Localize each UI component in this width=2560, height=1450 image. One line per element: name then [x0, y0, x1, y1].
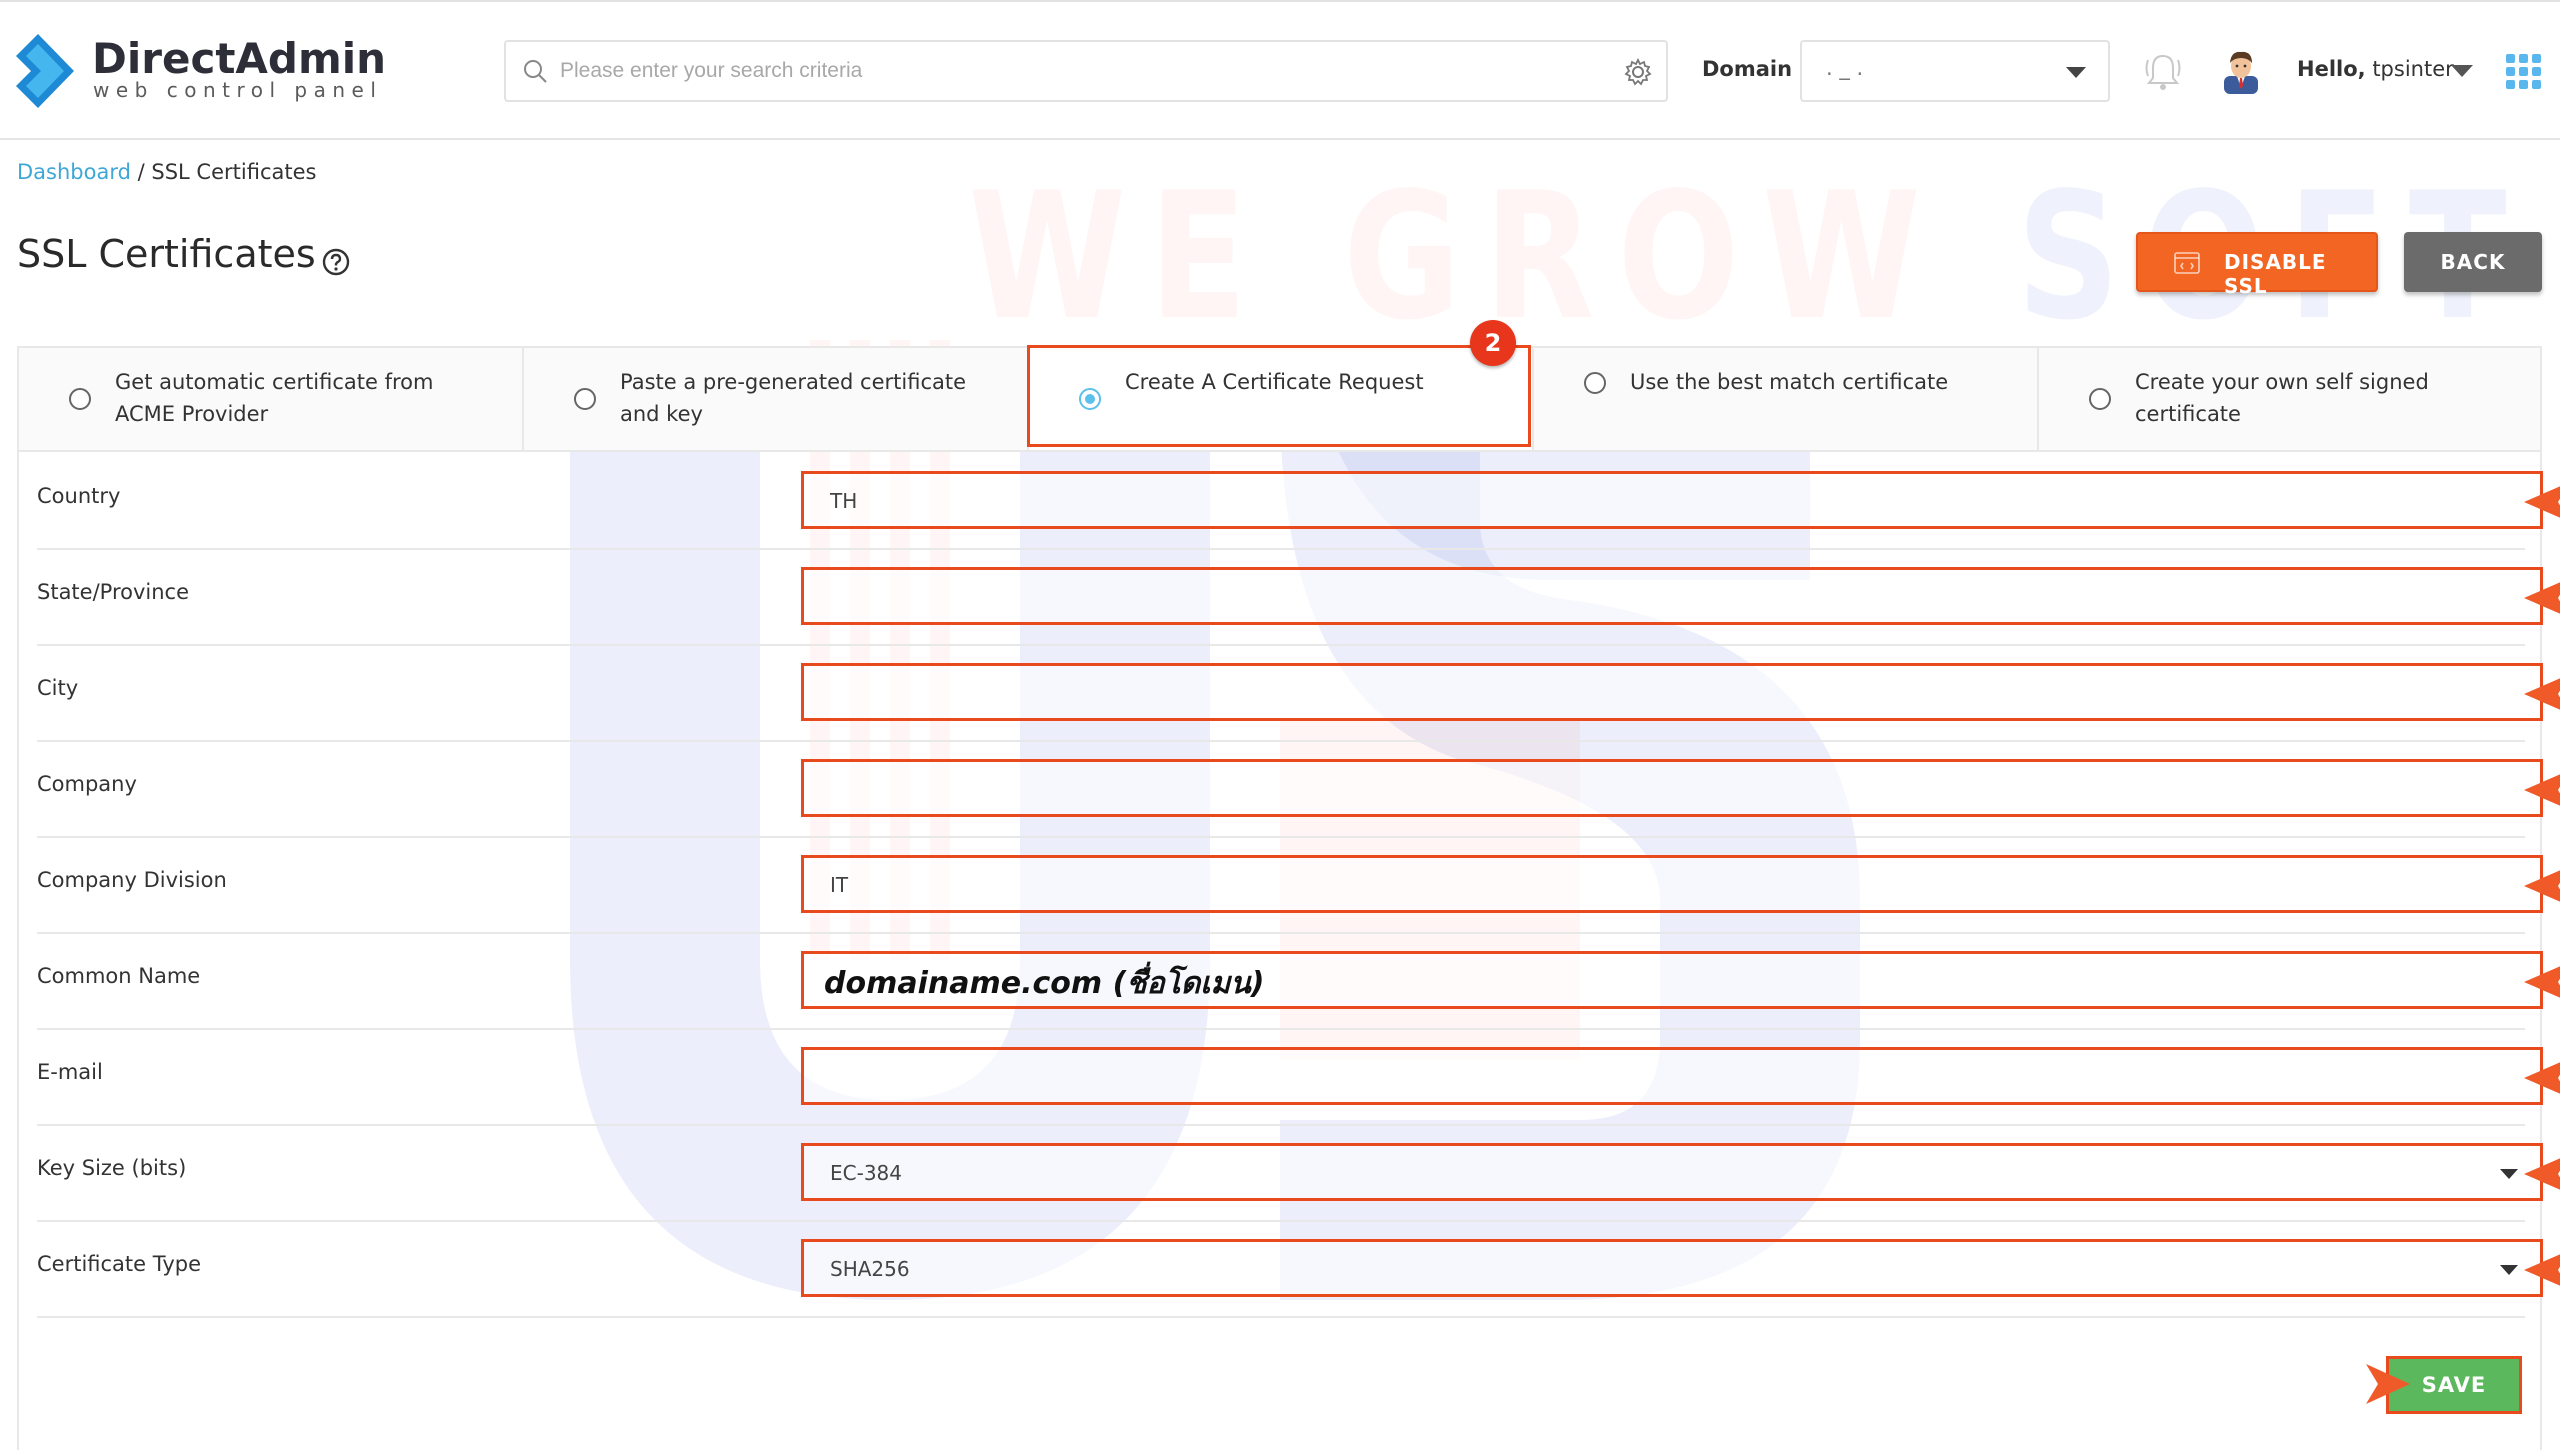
email-label: E-mail	[37, 1060, 103, 1084]
annotation-arrow-icon	[2524, 486, 2560, 518]
annotation-arrow-icon	[2524, 1254, 2560, 1286]
top-bar: DirectAdmin web control panel Domain . _…	[0, 0, 2560, 140]
city-input[interactable]	[801, 663, 2560, 721]
page-title: SSL Certificates	[17, 232, 316, 276]
state-input[interactable]	[801, 567, 2560, 625]
domain-value: . _ .	[1826, 56, 1864, 80]
domain-select[interactable]: . _ .	[1800, 40, 2110, 102]
tab-create-request-label: Create A Certificate Request	[1125, 370, 1424, 394]
annotation-arrow-icon	[2524, 1158, 2560, 1190]
radio-self-signed[interactable]	[2089, 388, 2111, 410]
back-button[interactable]: BACK	[2404, 232, 2542, 292]
domain-label: Domain	[1702, 57, 1793, 81]
search-input[interactable]	[558, 50, 1602, 92]
disable-ssl-button[interactable]: DISABLE SSL	[2136, 232, 2378, 298]
annotation-arrow-icon	[2366, 1364, 2410, 1404]
tab-best-match-label: Use the best match certificate	[1630, 370, 1949, 394]
certificate-type-label: Certificate Type	[37, 1252, 201, 1276]
breadcrumb: Dashboard / SSL Certificates	[17, 160, 316, 184]
form-row-company-division: Company Division IT	[37, 836, 2560, 934]
annotation-arrow-icon	[2524, 582, 2560, 614]
tab-paste[interactable]: Paste a pre-generated certificate and ke…	[524, 348, 1029, 450]
company-division-input[interactable]: IT	[801, 855, 2560, 913]
gear-icon[interactable]	[1624, 58, 1652, 86]
step-badge: 2	[1470, 320, 1516, 366]
breadcrumb-dashboard-link[interactable]: Dashboard	[17, 160, 131, 184]
certificate-request-form: Country TH State/Province City Company C…	[17, 452, 2560, 1450]
chevron-down-icon	[2066, 67, 2086, 78]
annotation-arrow-icon	[2524, 870, 2560, 902]
annotation-arrow-icon	[2524, 774, 2560, 806]
state-label: State/Province	[37, 580, 190, 604]
radio-create-request[interactable]	[1079, 388, 1101, 410]
certificate-type-select[interactable]: SHA256	[801, 1239, 2560, 1297]
annotation-arrow-icon	[2524, 678, 2560, 710]
country-input[interactable]: TH	[801, 471, 2560, 529]
radio-paste[interactable]	[574, 388, 596, 410]
certificate-options-tabs: Get automatic certificate from ACME Prov…	[17, 346, 2542, 452]
directadmin-logo-icon[interactable]	[16, 34, 78, 108]
bell-icon[interactable]	[2144, 50, 2182, 92]
radio-best-match[interactable]	[1584, 372, 1606, 394]
chevron-down-icon	[2500, 1169, 2518, 1179]
search-icon	[524, 60, 547, 83]
form-row-country: Country TH	[37, 452, 2560, 550]
form-row-company: Company	[37, 740, 2560, 838]
common-name-input[interactable]: domainame.com (ชื่อโดเมน)	[801, 951, 2560, 1009]
company-division-label: Company Division	[37, 868, 227, 892]
tab-acme-label: Get automatic certificate from ACME Prov…	[115, 370, 434, 426]
ssl-icon	[2174, 252, 2200, 274]
key-size-select[interactable]: EC-384	[801, 1143, 2560, 1201]
email-field[interactable]	[801, 1047, 2560, 1105]
user-greeting[interactable]: Hello, tpsinter	[2297, 57, 2454, 81]
tab-create-request[interactable]: Create A Certificate Request	[1029, 348, 1534, 450]
city-label: City	[37, 676, 79, 700]
company-label: Company	[37, 772, 137, 796]
company-input[interactable]	[801, 759, 2560, 817]
breadcrumb-separator: /	[137, 160, 145, 184]
form-row-common-name: Common Name domainame.com (ชื่อโดเมน)	[37, 932, 2560, 1030]
avatar[interactable]	[2220, 46, 2262, 94]
common-name-label: Common Name	[37, 964, 201, 988]
tab-acme[interactable]: Get automatic certificate from ACME Prov…	[19, 348, 524, 450]
country-label: Country	[37, 484, 121, 508]
breadcrumb-current: SSL Certificates	[151, 160, 317, 184]
form-row-city: City	[37, 644, 2560, 742]
apps-grid-icon[interactable]	[2506, 54, 2542, 90]
form-row-certificate-type: Certificate Type SHA256	[37, 1220, 2560, 1318]
form-row-key-size: Key Size (bits) EC-384	[37, 1124, 2560, 1222]
search-box[interactable]	[504, 40, 1668, 102]
help-icon[interactable]	[322, 248, 350, 276]
chevron-down-icon	[2500, 1265, 2518, 1275]
tab-best-match[interactable]: Use the best match certificate	[1534, 348, 2039, 450]
tab-paste-label: Paste a pre-generated certificate and ke…	[620, 370, 967, 426]
user-menu-chevron-icon[interactable]	[2451, 65, 2473, 77]
brand-title[interactable]: DirectAdmin	[92, 34, 386, 83]
tab-self-signed[interactable]: Create your own self signed certificate	[2039, 348, 2540, 450]
brand-subtitle: web control panel	[93, 78, 383, 102]
radio-acme[interactable]	[69, 388, 91, 410]
key-size-label: Key Size (bits)	[37, 1156, 187, 1180]
form-row-state: State/Province	[37, 548, 2560, 646]
annotation-arrow-icon	[2524, 966, 2560, 998]
form-row-email: E-mail	[37, 1028, 2560, 1126]
annotation-arrow-icon	[2524, 1062, 2560, 1094]
tab-self-signed-label: Create your own self signed certificate	[2135, 370, 2429, 426]
